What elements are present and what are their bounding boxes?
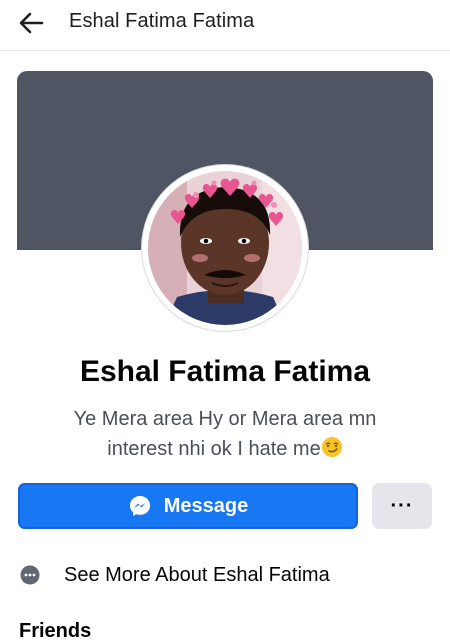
bio-line-2-text: interest nhi ok I hate me: [107, 438, 321, 460]
bio-line-1: Ye Mera area Hy or Mera area mn: [73, 408, 377, 430]
profile-bio: Ye Mera area Hy or Mera area mn interest…: [40, 404, 410, 467]
message-button-label: Message: [163, 494, 249, 517]
see-more-about-label: See More About Eshal Fatima: [64, 563, 330, 586]
avatar[interactable]: [142, 165, 308, 331]
bio-line-2: interest nhi ok I hate me: [40, 434, 410, 467]
back-button[interactable]: [16, 9, 50, 37]
see-more-about-link[interactable]: See More About Eshal Fatima: [20, 560, 430, 590]
smirking-face-emoji-icon: [321, 436, 343, 467]
message-button[interactable]: Message: [18, 483, 358, 529]
top-bar: Eshal Fatima Fatima: [0, 0, 450, 51]
profile-name: Eshal Fatima Fatima: [79, 355, 371, 388]
arrow-left-icon: [19, 12, 44, 34]
more-options-label: ···: [390, 494, 414, 517]
friends-section-title: Friends: [19, 620, 92, 642]
profile-photo: [145, 168, 305, 328]
more-dots-circle-icon: [20, 565, 40, 585]
page-title: Eshal Fatima Fatima: [69, 10, 255, 32]
more-options-button[interactable]: ···: [372, 483, 432, 529]
messenger-icon: [129, 496, 150, 516]
